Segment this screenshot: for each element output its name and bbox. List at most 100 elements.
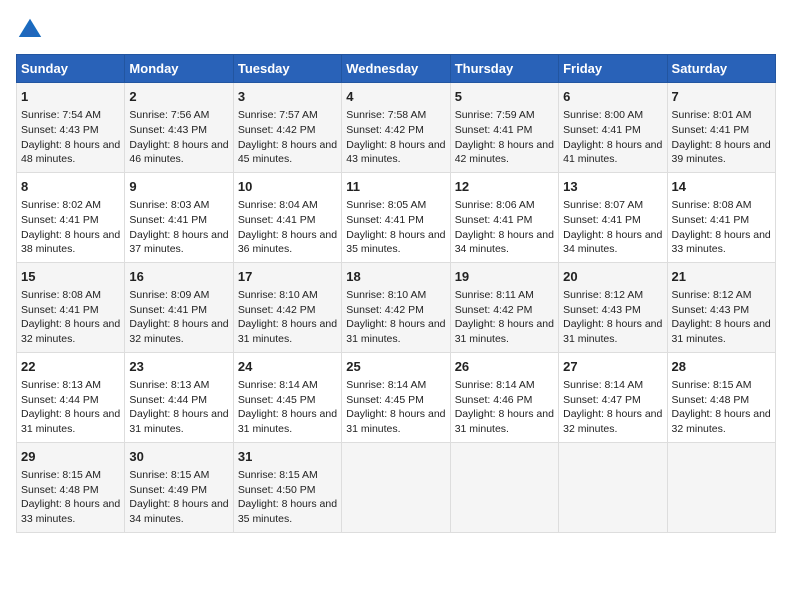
sunset: Sunset: 4:45 PM (238, 394, 316, 406)
day-number: 8 (21, 178, 120, 196)
column-header-friday: Friday (559, 55, 667, 83)
sunrise: Sunrise: 8:00 AM (563, 109, 643, 121)
day-number: 9 (129, 178, 228, 196)
sunrise: Sunrise: 8:15 AM (672, 379, 752, 391)
day-number: 15 (21, 268, 120, 286)
daylight: Daylight: 8 hours and 31 minutes. (563, 318, 662, 345)
day-number: 10 (238, 178, 337, 196)
sunset: Sunset: 4:41 PM (21, 214, 99, 226)
day-number: 3 (238, 88, 337, 106)
day-cell: 31Sunrise: 8:15 AMSunset: 4:50 PMDayligh… (233, 442, 341, 532)
daylight: Daylight: 8 hours and 31 minutes. (455, 408, 554, 435)
sunrise: Sunrise: 8:10 AM (238, 289, 318, 301)
daylight: Daylight: 8 hours and 37 minutes. (129, 229, 228, 256)
sunset: Sunset: 4:41 PM (455, 124, 533, 136)
day-cell: 21Sunrise: 8:12 AMSunset: 4:43 PMDayligh… (667, 262, 775, 352)
day-cell (559, 442, 667, 532)
day-cell: 27Sunrise: 8:14 AMSunset: 4:47 PMDayligh… (559, 352, 667, 442)
header (16, 16, 776, 44)
sunset: Sunset: 4:50 PM (238, 484, 316, 496)
sunset: Sunset: 4:43 PM (21, 124, 99, 136)
day-cell: 6Sunrise: 8:00 AMSunset: 4:41 PMDaylight… (559, 83, 667, 173)
day-cell: 18Sunrise: 8:10 AMSunset: 4:42 PMDayligh… (342, 262, 450, 352)
sunrise: Sunrise: 8:03 AM (129, 199, 209, 211)
daylight: Daylight: 8 hours and 32 minutes. (672, 408, 771, 435)
day-cell: 4Sunrise: 7:58 AMSunset: 4:42 PMDaylight… (342, 83, 450, 173)
sunset: Sunset: 4:41 PM (346, 214, 424, 226)
sunset: Sunset: 4:41 PM (672, 214, 750, 226)
day-number: 29 (21, 448, 120, 466)
day-cell: 15Sunrise: 8:08 AMSunset: 4:41 PMDayligh… (17, 262, 125, 352)
day-cell: 20Sunrise: 8:12 AMSunset: 4:43 PMDayligh… (559, 262, 667, 352)
week-row-3: 15Sunrise: 8:08 AMSunset: 4:41 PMDayligh… (17, 262, 776, 352)
sunset: Sunset: 4:42 PM (346, 124, 424, 136)
day-cell: 12Sunrise: 8:06 AMSunset: 4:41 PMDayligh… (450, 172, 558, 262)
column-header-sunday: Sunday (17, 55, 125, 83)
day-number: 31 (238, 448, 337, 466)
day-cell: 19Sunrise: 8:11 AMSunset: 4:42 PMDayligh… (450, 262, 558, 352)
week-row-4: 22Sunrise: 8:13 AMSunset: 4:44 PMDayligh… (17, 352, 776, 442)
sunrise: Sunrise: 8:11 AM (455, 289, 534, 301)
day-number: 26 (455, 358, 554, 376)
daylight: Daylight: 8 hours and 33 minutes. (672, 229, 771, 256)
column-header-tuesday: Tuesday (233, 55, 341, 83)
daylight: Daylight: 8 hours and 36 minutes. (238, 229, 337, 256)
sunrise: Sunrise: 8:01 AM (672, 109, 752, 121)
daylight: Daylight: 8 hours and 31 minutes. (672, 318, 771, 345)
day-cell: 22Sunrise: 8:13 AMSunset: 4:44 PMDayligh… (17, 352, 125, 442)
daylight: Daylight: 8 hours and 31 minutes. (346, 318, 445, 345)
day-number: 28 (672, 358, 771, 376)
sunset: Sunset: 4:41 PM (563, 124, 641, 136)
daylight: Daylight: 8 hours and 32 minutes. (21, 318, 120, 345)
day-cell: 3Sunrise: 7:57 AMSunset: 4:42 PMDaylight… (233, 83, 341, 173)
day-cell: 16Sunrise: 8:09 AMSunset: 4:41 PMDayligh… (125, 262, 233, 352)
day-cell: 30Sunrise: 8:15 AMSunset: 4:49 PMDayligh… (125, 442, 233, 532)
day-cell: 5Sunrise: 7:59 AMSunset: 4:41 PMDaylight… (450, 83, 558, 173)
sunset: Sunset: 4:42 PM (346, 304, 424, 316)
daylight: Daylight: 8 hours and 31 minutes. (21, 408, 120, 435)
daylight: Daylight: 8 hours and 31 minutes. (455, 318, 554, 345)
daylight: Daylight: 8 hours and 31 minutes. (238, 408, 337, 435)
sunrise: Sunrise: 8:10 AM (346, 289, 426, 301)
daylight: Daylight: 8 hours and 35 minutes. (238, 498, 337, 525)
day-number: 20 (563, 268, 662, 286)
day-number: 12 (455, 178, 554, 196)
day-cell (450, 442, 558, 532)
sunrise: Sunrise: 8:15 AM (21, 469, 101, 481)
day-cell (342, 442, 450, 532)
sunrise: Sunrise: 8:05 AM (346, 199, 426, 211)
day-cell: 7Sunrise: 8:01 AMSunset: 4:41 PMDaylight… (667, 83, 775, 173)
daylight: Daylight: 8 hours and 31 minutes. (238, 318, 337, 345)
sunrise: Sunrise: 7:59 AM (455, 109, 535, 121)
logo-icon (16, 16, 44, 44)
sunrise: Sunrise: 8:04 AM (238, 199, 318, 211)
sunset: Sunset: 4:44 PM (21, 394, 99, 406)
daylight: Daylight: 8 hours and 38 minutes. (21, 229, 120, 256)
week-row-5: 29Sunrise: 8:15 AMSunset: 4:48 PMDayligh… (17, 442, 776, 532)
daylight: Daylight: 8 hours and 33 minutes. (21, 498, 120, 525)
day-cell: 17Sunrise: 8:10 AMSunset: 4:42 PMDayligh… (233, 262, 341, 352)
daylight: Daylight: 8 hours and 46 minutes. (129, 139, 228, 166)
daylight: Daylight: 8 hours and 45 minutes. (238, 139, 337, 166)
sunset: Sunset: 4:43 PM (129, 124, 207, 136)
daylight: Daylight: 8 hours and 34 minutes. (129, 498, 228, 525)
day-cell: 23Sunrise: 8:13 AMSunset: 4:44 PMDayligh… (125, 352, 233, 442)
day-cell: 25Sunrise: 8:14 AMSunset: 4:45 PMDayligh… (342, 352, 450, 442)
sunset: Sunset: 4:42 PM (455, 304, 533, 316)
day-number: 2 (129, 88, 228, 106)
day-number: 23 (129, 358, 228, 376)
day-number: 13 (563, 178, 662, 196)
day-number: 14 (672, 178, 771, 196)
sunset: Sunset: 4:43 PM (563, 304, 641, 316)
sunrise: Sunrise: 7:57 AM (238, 109, 318, 121)
sunrise: Sunrise: 8:07 AM (563, 199, 643, 211)
daylight: Daylight: 8 hours and 43 minutes. (346, 139, 445, 166)
day-cell: 13Sunrise: 8:07 AMSunset: 4:41 PMDayligh… (559, 172, 667, 262)
day-cell: 11Sunrise: 8:05 AMSunset: 4:41 PMDayligh… (342, 172, 450, 262)
sunset: Sunset: 4:46 PM (455, 394, 533, 406)
sunset: Sunset: 4:41 PM (129, 214, 207, 226)
day-number: 4 (346, 88, 445, 106)
header-row: SundayMondayTuesdayWednesdayThursdayFrid… (17, 55, 776, 83)
sunset: Sunset: 4:45 PM (346, 394, 424, 406)
logo (16, 16, 48, 44)
